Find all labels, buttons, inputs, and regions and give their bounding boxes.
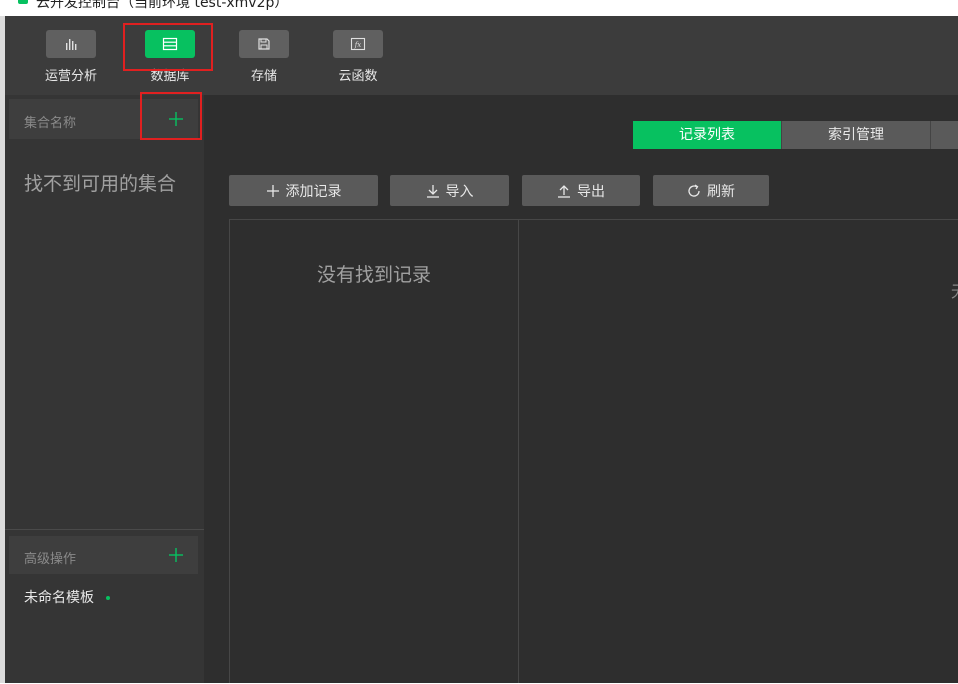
add-advanced-button[interactable] [164,543,188,567]
tool-functions[interactable]: fx 云函数 [323,30,393,84]
refresh-label: 刷新 [707,183,735,200]
bar-chart-icon [66,39,77,50]
tab-index-management[interactable]: 索引管理 [782,121,931,149]
plus-icon [169,548,183,562]
window-title: 云开发控制台（当前环境 test-xmv2p） [36,0,289,11]
window-titlebar: 云开发控制台（当前环境 test-xmv2p） [0,0,958,16]
detail-empty-text: 无 [951,278,958,302]
upload-icon [558,184,570,198]
plus-icon [266,184,279,197]
main-panel: 记录列表 索引管理 添加记录 导入 导出 刷新 没有找到记录 [204,95,958,683]
svg-text:fx: fx [354,41,362,49]
tab-overflow[interactable] [931,121,958,149]
refresh-icon [688,183,700,197]
add-record-button[interactable]: 添加记录 [229,175,378,206]
add-record-label: 添加记录 [285,183,342,200]
download-icon [426,184,439,198]
tab-record-list[interactable]: 记录列表 [633,121,782,149]
toolbar: 运营分析 数据库 存储 fx 云函数 [5,16,958,95]
save-icon [258,38,270,50]
records-empty-text: 没有找到记录 [316,264,431,286]
highlight-database [123,23,213,71]
highlight-add-collection [140,92,202,140]
console-window: 运营分析 数据库 存储 fx 云函数 集合名称 找不到可用的集合 高级操作 未命… [5,16,958,683]
tool-functions-button[interactable]: fx [333,30,383,58]
tool-storage-button[interactable] [239,30,289,58]
app-icon [18,0,28,4]
advanced-header-label: 高级操作 [24,552,77,567]
export-label: 导出 [577,183,605,200]
collection-header-label: 集合名称 [24,116,77,131]
function-icon: fx [350,37,366,51]
advanced-header: 高级操作 [9,536,198,574]
records-panel: 没有找到记录 [229,219,519,683]
tool-analytics-button[interactable] [46,30,96,58]
import-button[interactable]: 导入 [390,175,509,206]
export-button[interactable]: 导出 [522,175,640,206]
tool-storage-label: 存储 [250,69,277,84]
empty-collections-text: 找不到可用的集合 [24,173,177,195]
advanced-section: 高级操作 未命名模板 [5,529,204,684]
sidebar: 集合名称 找不到可用的集合 高级操作 未命名模板 [5,92,204,684]
tool-storage[interactable]: 存储 [229,30,299,84]
import-label: 导入 [445,183,474,200]
tool-analytics-label: 运营分析 [44,69,97,84]
template-item-label: 未命名模板 [24,590,94,606]
tool-analytics[interactable]: 运营分析 [36,30,106,84]
template-item[interactable]: 未命名模板 [24,587,110,607]
tool-functions-label: 云函数 [338,69,378,84]
tab-bar: 记录列表 索引管理 [633,121,958,149]
status-dot [106,596,110,600]
refresh-button[interactable]: 刷新 [653,175,769,206]
detail-panel: 无 [519,219,958,683]
